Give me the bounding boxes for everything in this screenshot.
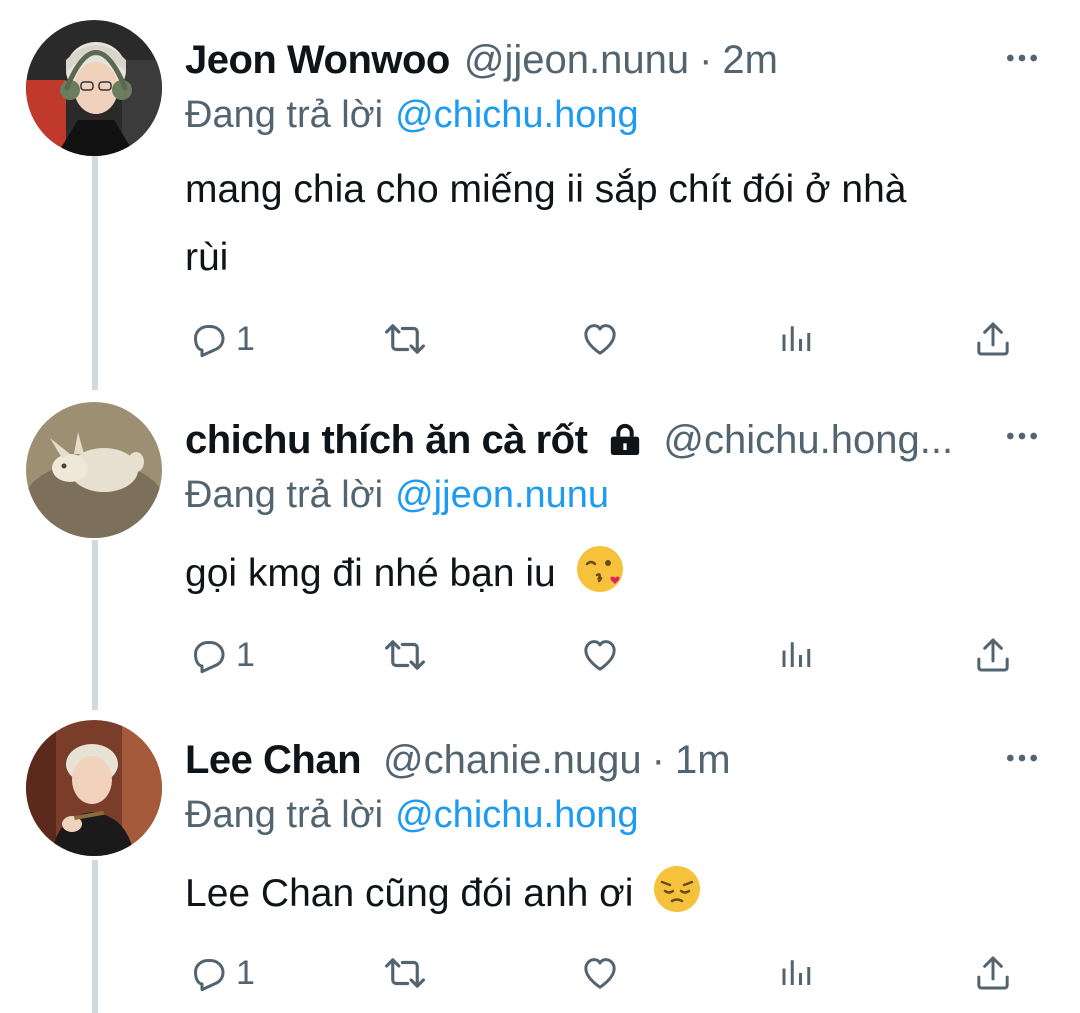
display-name[interactable]: chichu thích ăn cà rốt	[185, 410, 588, 470]
share-button[interactable]	[973, 948, 1013, 998]
reply-prefix: Đang trả lời	[185, 794, 384, 836]
like-button[interactable]	[580, 630, 620, 680]
timestamp[interactable]: 2m	[722, 30, 778, 90]
replying-to: Đang trả lời @jjeon.nunu	[185, 468, 609, 522]
user-handle[interactable]: @jjeon.nunu	[464, 30, 689, 90]
separator-dot: ·	[651, 738, 665, 782]
tweet[interactable]: chichu thích ăn cà rốt @chichu.hong... Đ…	[0, 390, 1080, 710]
lock-icon	[605, 420, 645, 460]
tweet-header: Lee Chan @chanie.nugu · 1m	[185, 730, 1000, 790]
tweet-text: Lee Chan cũng đói anh ơi	[185, 860, 1025, 936]
views-button[interactable]	[778, 630, 814, 680]
tweet-text-line: rùi	[185, 236, 229, 279]
display-name[interactable]: Jeon Wonwoo	[185, 30, 450, 90]
tweet-text: gọi kmg đi nhé bạn iu	[185, 540, 1025, 616]
more-options-icon[interactable]	[1002, 416, 1042, 456]
tweet[interactable]: Jeon Wonwoo @jjeon.nunu · 2m Đang trả lờ…	[0, 0, 1080, 390]
replying-to: Đang trả lời @chichu.hong	[185, 88, 639, 142]
reply-count: 1	[236, 319, 255, 358]
thread-line	[92, 540, 98, 710]
tweet-text-line: mang chia cho miếng ii sắp chít đói ở nh…	[185, 168, 907, 211]
kissing-face-emoji	[575, 544, 625, 616]
tweet-actions: 1	[0, 630, 1080, 680]
reply-button[interactable]: 1	[188, 630, 255, 680]
views-icon	[778, 321, 814, 357]
tweet-actions: 1	[0, 948, 1080, 998]
avatar[interactable]	[26, 402, 162, 538]
reply-button[interactable]: 1	[188, 314, 255, 364]
tweet-text-line: Lee Chan cũng đói anh ơi	[185, 872, 634, 915]
display-name[interactable]: Lee Chan	[185, 730, 362, 790]
tweet-actions: 1	[0, 314, 1080, 364]
avatar[interactable]	[26, 720, 162, 856]
more-options-icon[interactable]	[1002, 738, 1042, 778]
reply-count: 1	[236, 635, 255, 674]
reply-icon	[188, 953, 228, 993]
reply-button[interactable]: 1	[188, 948, 255, 998]
share-icon	[973, 635, 1013, 675]
heart-icon	[580, 953, 620, 993]
share-icon	[973, 319, 1013, 359]
timestamp[interactable]: 1m	[675, 730, 731, 790]
reply-thread: Jeon Wonwoo @jjeon.nunu · 2m Đang trả lờ…	[0, 0, 1080, 1013]
retweet-icon	[384, 634, 426, 676]
retweet-button[interactable]	[384, 630, 426, 680]
reply-count: 1	[236, 953, 255, 992]
reply-prefix: Đang trả lời	[185, 474, 384, 516]
tweet-header: Jeon Wonwoo @jjeon.nunu · 2m	[185, 30, 1000, 90]
tweet-header: chichu thích ăn cà rốt @chichu.hong...	[185, 410, 1000, 470]
retweet-icon	[384, 318, 426, 360]
tweet[interactable]: Lee Chan @chanie.nugu · 1m Đang trả lời @…	[0, 710, 1080, 1013]
separator-dot: ·	[699, 38, 713, 82]
like-button[interactable]	[580, 948, 620, 998]
retweet-icon	[384, 952, 426, 994]
retweet-button[interactable]	[384, 314, 426, 364]
reply-icon	[188, 635, 228, 675]
share-button[interactable]	[973, 630, 1013, 680]
user-handle[interactable]: @chanie.nugu	[383, 730, 642, 790]
reply-to-handle[interactable]: @chichu.hong	[395, 794, 639, 836]
views-icon	[778, 637, 814, 673]
avatar[interactable]	[26, 20, 162, 156]
user-handle[interactable]: @chichu.hong...	[663, 410, 953, 470]
tweet-text: mang chia cho miếng ii sắp chít đói ở nh…	[185, 156, 1025, 292]
tweet-text-line: gọi kmg đi nhé bạn iu	[185, 552, 556, 595]
reply-prefix: Đang trả lời	[185, 94, 384, 136]
like-button[interactable]	[580, 314, 620, 364]
views-button[interactable]	[778, 948, 814, 998]
views-icon	[778, 955, 814, 991]
views-button[interactable]	[778, 314, 814, 364]
reply-to-handle[interactable]: @chichu.hong	[395, 94, 639, 136]
reply-icon	[188, 319, 228, 359]
heart-icon	[580, 635, 620, 675]
pensive-face-emoji	[652, 864, 702, 936]
more-options-icon[interactable]	[1002, 38, 1042, 78]
retweet-button[interactable]	[384, 948, 426, 998]
share-button[interactable]	[973, 314, 1013, 364]
heart-icon	[580, 319, 620, 359]
replying-to: Đang trả lời @chichu.hong	[185, 788, 639, 842]
share-icon	[973, 953, 1013, 993]
reply-to-handle[interactable]: @jjeon.nunu	[395, 474, 609, 516]
